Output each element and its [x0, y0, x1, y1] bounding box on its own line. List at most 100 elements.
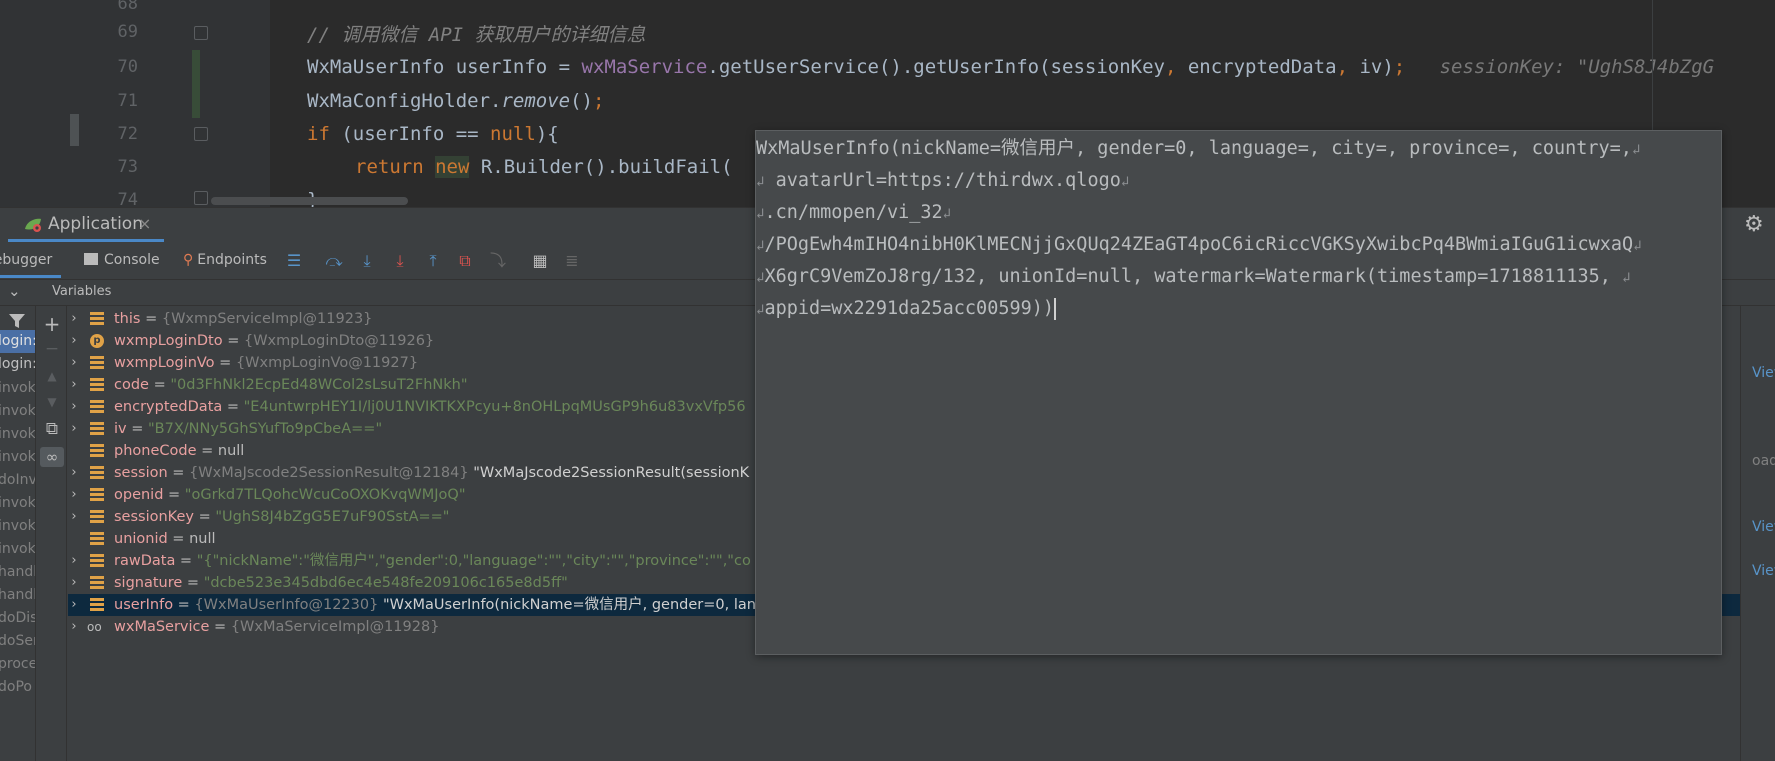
drop-frame-icon[interactable]: ⧉: [455, 251, 475, 271]
remove-watch-icon[interactable]: −: [42, 339, 62, 359]
var-value: "0d3FhNkl2EcpEd48WCol2sLsuT2FhNkh": [170, 377, 468, 393]
frame-item[interactable]: login:: [0, 330, 35, 353]
frame-item[interactable]: doDis: [0, 607, 35, 630]
frame-item[interactable]: login:: [0, 353, 35, 376]
field-icon: [90, 312, 104, 326]
editor-left-strip: [0, 0, 82, 207]
step-out-icon[interactable]: ⤒: [423, 251, 443, 271]
code-token: WxMaConfigHolder.: [307, 90, 502, 112]
var-value: "{"nickName":"微信用户","gender":0,"language…: [196, 553, 751, 569]
expand-arrow-icon[interactable]: ›: [68, 572, 80, 594]
field-icon: [90, 444, 104, 458]
var-name: phoneCode: [114, 443, 197, 459]
var-tostring: "WxMaUserInfo(nickName=微信用户, gender=0, l…: [378, 597, 756, 613]
view-link[interactable]: View: [1752, 519, 1775, 535]
field-icon: [90, 554, 104, 568]
frame-item[interactable]: doSer: [0, 630, 35, 653]
add-watch-icon[interactable]: +: [42, 314, 62, 334]
var-name: unionid: [114, 531, 168, 547]
expand-arrow-icon[interactable]: ›: [68, 352, 80, 374]
move-up-icon[interactable]: ▲: [42, 366, 62, 386]
force-step-into-icon[interactable]: ⤓: [390, 251, 410, 271]
field-icon: [90, 378, 104, 392]
expand-arrow-icon[interactable]: ›: [68, 330, 80, 352]
view-link[interactable]: View: [1752, 365, 1775, 381]
frame-item[interactable]: invok: [0, 377, 35, 400]
expand-arrow-icon[interactable]: ›: [68, 396, 80, 418]
frame-item[interactable]: handl: [0, 561, 35, 584]
popup-text: WxMaUserInfo(nickName=微信用户, gender=0, la…: [756, 138, 1632, 159]
frame-item[interactable]: handl: [0, 584, 35, 607]
layout-menu-icon[interactable]: ☰: [284, 251, 304, 271]
fold-icon[interactable]: [194, 191, 208, 205]
run-to-cursor-icon[interactable]: ⤵: [488, 251, 508, 271]
frames-list[interactable]: login: login: invok invok invok invok do…: [0, 306, 36, 761]
popup-line: ↲.cn/mmopen/vi_32↲: [756, 197, 951, 229]
frame-item[interactable]: doInv: [0, 469, 35, 492]
expand-arrow-icon[interactable]: ›: [68, 616, 80, 638]
code-token: remove: [501, 90, 571, 112]
frame-item[interactable]: invok: [0, 515, 35, 538]
expand-arrow-icon[interactable]: ›: [68, 594, 80, 616]
var-value: "UghS8J4bZgG5E7uF90SstA==": [215, 509, 450, 525]
run-config-title: Application: [48, 214, 143, 234]
var-name: wxMaService: [114, 619, 210, 635]
field-icon: [90, 532, 104, 546]
var-value: {WxMaUserInfo@12230}: [194, 597, 379, 613]
code-token: new: [435, 156, 470, 178]
frame-item[interactable]: invok: [0, 538, 35, 561]
show-watches-icon[interactable]: ∞: [40, 447, 64, 467]
soft-wrap-icon: ↲: [1631, 142, 1641, 158]
frame-item[interactable]: invok: [0, 492, 35, 515]
expand-arrow-icon[interactable]: ›: [68, 506, 80, 528]
expand-arrow-icon[interactable]: ›: [68, 484, 80, 506]
copy-icon[interactable]: ⧉: [42, 419, 62, 439]
horizontal-scrollbar[interactable]: [211, 197, 408, 205]
code-comment: // 调用微信 API 获取用户的详细信息: [307, 24, 646, 46]
var-value: {WxmpLoginDto@11926}: [243, 333, 435, 349]
frame-item[interactable]: doPo: [0, 676, 35, 699]
var-tostring: "WxMaJscode2SessionResult(sessionK: [468, 465, 750, 481]
frame-item[interactable]: invok: [0, 400, 35, 423]
expand-arrow-icon[interactable]: ›: [68, 550, 80, 572]
var-value: "oGrkd7TLQohcWcuCoOXOKvqWMJoQ": [184, 487, 466, 503]
tab-console[interactable]: Console: [84, 242, 160, 278]
var-value: "E4untwrpHEY1I/lj0U1NVIKTKXPcyu+8nOHLpqM…: [243, 399, 746, 415]
line-number: 72: [117, 124, 138, 144]
expand-arrow-icon[interactable]: ›: [68, 418, 80, 440]
step-over-icon[interactable]: ⤼: [324, 251, 344, 271]
move-down-icon[interactable]: ▼: [42, 392, 62, 412]
frame-item[interactable]: invok: [0, 446, 35, 469]
frame-item[interactable]: proce: [0, 653, 35, 676]
expand-arrow-icon[interactable]: ›: [68, 462, 80, 484]
evaluate-expression-icon[interactable]: ▦: [530, 251, 550, 271]
gear-icon[interactable]: ⚙: [1744, 212, 1764, 237]
line-number: 69: [117, 22, 138, 42]
var-name: userInfo: [114, 597, 174, 613]
fold-icon[interactable]: [194, 127, 208, 141]
code-line-70: WxMaUserInfo userInfo = wxMaService.getU…: [307, 51, 1714, 84]
frame-item[interactable]: invok: [0, 423, 35, 446]
expand-arrow-icon[interactable]: ›: [68, 308, 80, 330]
run-config-tab[interactable]: Application ×: [8, 207, 164, 242]
tab-endpoints[interactable]: ⚲ Endpoints: [183, 242, 267, 278]
filter-icon[interactable]: [6, 310, 28, 332]
var-name: wxmpLoginDto: [114, 333, 223, 349]
trace-icon[interactable]: ≣: [562, 251, 582, 271]
parameter-icon: p: [90, 334, 104, 348]
var-name: session: [114, 465, 168, 481]
chevron-down-icon[interactable]: ⌄: [8, 282, 21, 300]
code-token: wxMaService: [581, 56, 708, 78]
step-into-icon[interactable]: ⤓: [357, 251, 377, 271]
expand-arrow-icon[interactable]: ›: [68, 374, 80, 396]
soft-wrap-icon: ↲: [1633, 238, 1642, 254]
console-icon: [84, 253, 98, 265]
spring-boot-icon: [25, 218, 41, 232]
view-link[interactable]: View: [1752, 563, 1775, 579]
tab-debugger[interactable]: Debugger: [0, 242, 61, 278]
fold-icon[interactable]: [194, 26, 208, 40]
var-value: {WxmpLoginVo@11927}: [235, 355, 419, 371]
value-tooltip-popup[interactable]: WxMaUserInfo(nickName=微信用户, gender=0, la…: [755, 130, 1722, 655]
var-value: "B7X/NNy5GhSYufTo9pCbeA==": [148, 421, 383, 437]
close-icon[interactable]: ×: [138, 214, 151, 233]
